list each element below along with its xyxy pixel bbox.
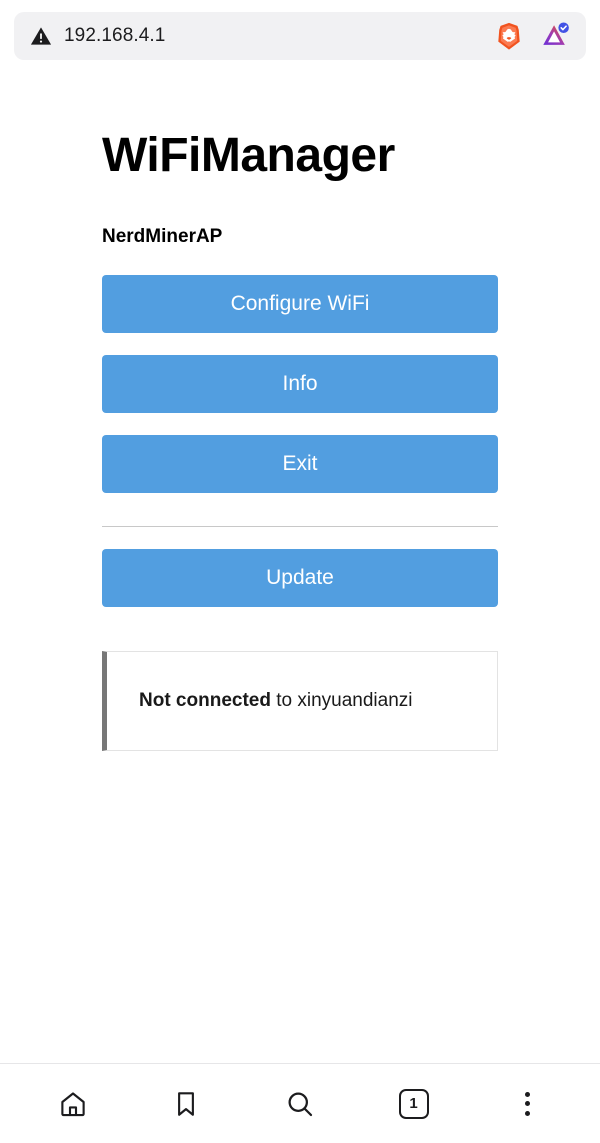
menu-button[interactable] [498,1075,556,1133]
address-bar[interactable]: 192.168.4.1 [14,12,586,60]
status-rest: to xinyuandianzi [270,689,413,711]
page-title: WiFiManager [102,129,395,182]
connection-status-box: Not connected to xinyuandianzi [102,650,498,751]
access-point-name: NerdMinerAP [102,225,223,247]
home-button[interactable] [44,1075,102,1133]
info-button[interactable]: Info [102,354,498,413]
web-page-viewport: WiFiManager NerdMinerAP Configure WiFi I… [0,76,600,1063]
tab-count-badge: 1 [398,1088,429,1119]
home-icon [61,1091,85,1116]
brave-leo-ai-icon[interactable] [538,19,572,53]
wifimanager-portal: WiFiManager NerdMinerAP Configure WiFi I… [102,76,498,751]
tab-switcher-button[interactable]: 1 [385,1075,443,1133]
update-button[interactable]: Update [102,548,498,607]
warning-triangle-icon[interactable] [30,25,52,47]
search-button[interactable] [271,1075,329,1133]
status-strong: Not connected [139,689,271,711]
search-icon [288,1092,313,1116]
bookmark-icon [178,1091,195,1116]
brave-shield-lion-icon[interactable] [492,19,526,53]
status-message: Not connected to xinyuandianzi [139,688,413,714]
bookmarks-button[interactable] [157,1075,215,1133]
configure-wifi-button[interactable]: Configure WiFi [102,274,498,333]
exit-button[interactable]: Exit [102,434,498,493]
url-text[interactable]: 192.168.4.1 [64,25,480,47]
more-vertical-icon [524,1091,530,1116]
browser-toolbar: 192.168.4.1 [0,0,600,68]
browser-bottom-navigation: 1 [0,1063,600,1143]
section-divider [102,525,498,527]
